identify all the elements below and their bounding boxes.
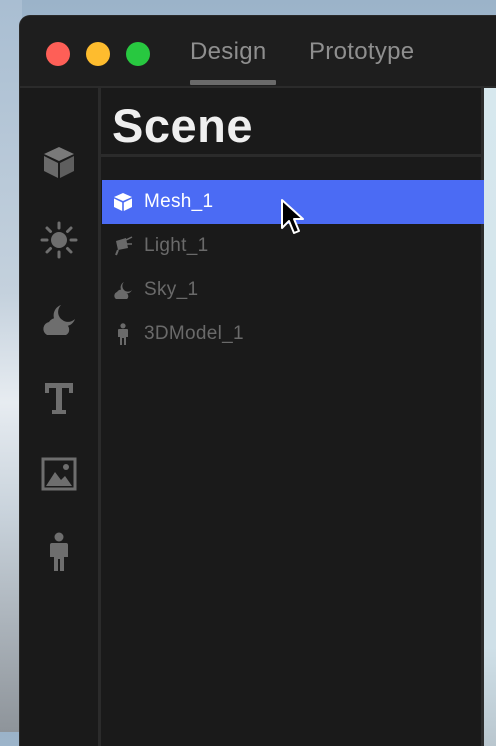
title-bar: Design Prototype — [20, 16, 496, 88]
tab-design[interactable]: Design — [190, 38, 267, 66]
scene-item-label: 3DModel_1 — [144, 323, 244, 344]
cloud-moon-icon[interactable] — [39, 300, 79, 340]
canvas-viewport[interactable] — [484, 88, 496, 746]
sun-icon[interactable] — [39, 220, 79, 260]
scene-panel: Scene Mesh_1 Light_1 Sky_1 3DModel_1 — [101, 88, 496, 746]
desktop-background — [0, 0, 22, 732]
person-icon[interactable] — [39, 532, 79, 572]
scene-item-3dmodel[interactable]: 3DModel_1 — [102, 312, 496, 356]
scene-item-label: Mesh_1 — [144, 191, 214, 212]
tool-sidebar — [20, 88, 101, 746]
tab-prototype[interactable]: Prototype — [309, 38, 414, 66]
scene-item-sky[interactable]: Sky_1 — [102, 268, 496, 312]
cube-icon[interactable] — [39, 142, 79, 182]
text-icon[interactable] — [39, 378, 79, 418]
cube-icon — [112, 191, 134, 213]
scene-item-label: Light_1 — [144, 235, 209, 256]
minimize-window-button[interactable] — [86, 42, 110, 66]
app-window: Design Prototype Scene Mesh_1 Light_1 Sk… — [20, 16, 496, 746]
active-tab-indicator — [190, 80, 276, 85]
image-icon[interactable] — [39, 454, 79, 494]
mouse-pointer-icon — [280, 198, 304, 241]
cloud-moon-icon — [112, 279, 134, 301]
person-icon — [112, 323, 134, 345]
page-title: Scene — [112, 99, 253, 152]
close-window-button[interactable] — [46, 42, 70, 66]
panel-divider — [101, 154, 481, 157]
scene-item-label: Sky_1 — [144, 279, 199, 300]
spotlight-icon — [112, 235, 134, 257]
maximize-window-button[interactable] — [126, 42, 150, 66]
